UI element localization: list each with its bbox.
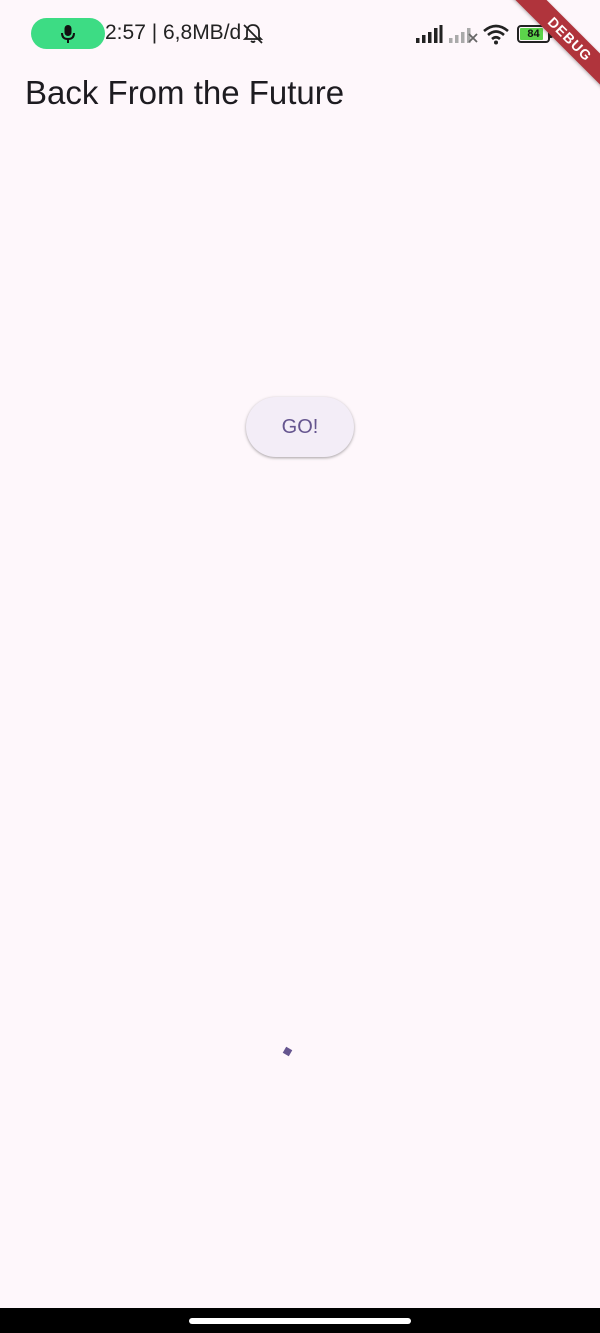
navigation-bar bbox=[0, 1308, 600, 1333]
app-screen: 2:57 | 6,8MB/d 84 DEBUG Back From the Fu… bbox=[0, 0, 600, 1333]
status-time-data: 2:57 | 6,8MB/d bbox=[105, 21, 242, 44]
mic-icon bbox=[61, 24, 75, 43]
signal-icon bbox=[416, 25, 443, 43]
signal-no-service-icon bbox=[449, 28, 478, 43]
wifi-icon bbox=[483, 24, 509, 45]
loading-indicator bbox=[282, 1046, 293, 1057]
page-title: Back From the Future bbox=[25, 74, 345, 111]
mic-indicator[interactable] bbox=[31, 18, 105, 49]
bell-off-icon bbox=[242, 24, 264, 44]
home-gesture-handle[interactable] bbox=[189, 1318, 411, 1324]
go-button[interactable]: GO! bbox=[246, 397, 354, 457]
status-bar: 2:57 | 6,8MB/d 84 bbox=[0, 0, 600, 66]
